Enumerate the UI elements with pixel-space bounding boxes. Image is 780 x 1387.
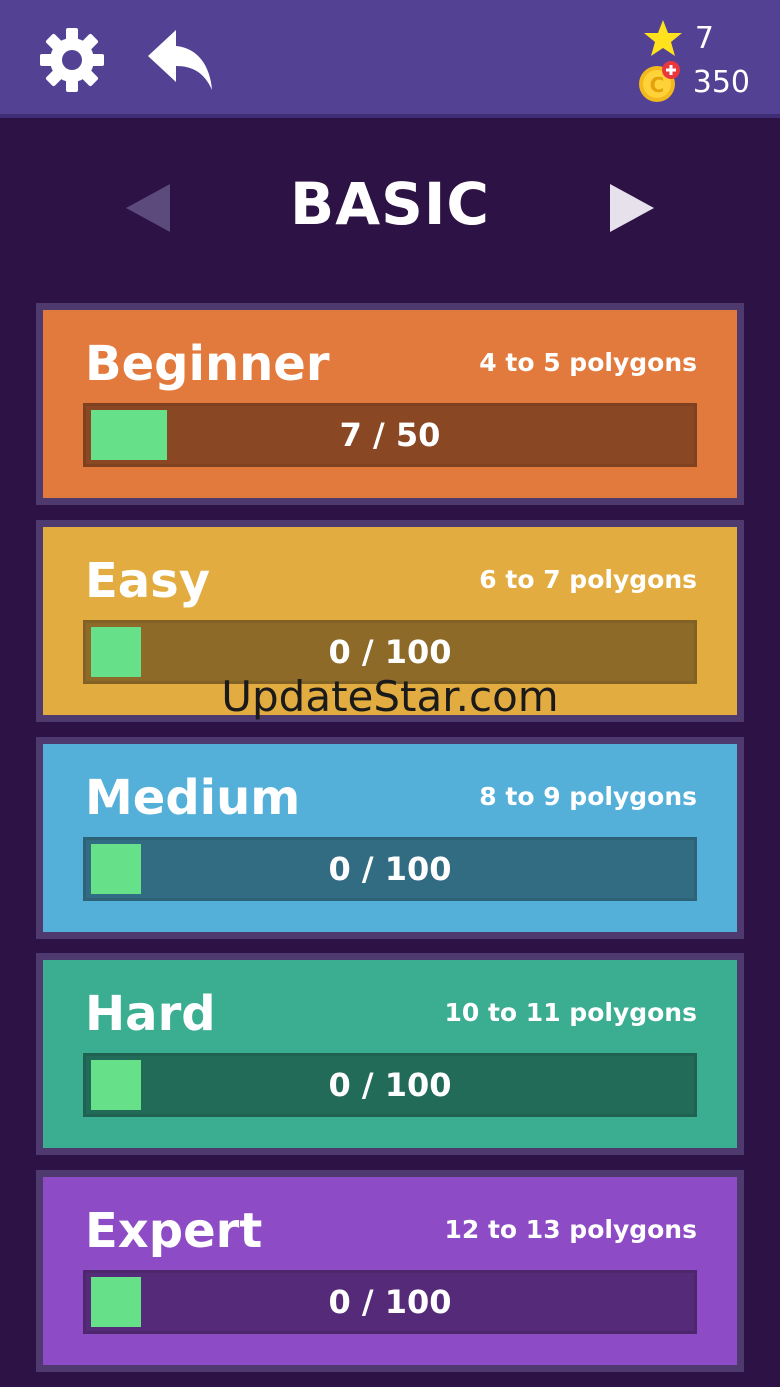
progress-text: 7 / 50 — [339, 416, 441, 454]
progress-text: 0 / 100 — [328, 850, 452, 888]
coins-counter[interactable]: C 350 — [637, 60, 750, 104]
level-card-expert[interactable]: Expert 12 to 13 polygons 0 / 100 — [36, 1170, 744, 1372]
level-title: Hard — [85, 986, 216, 1042]
stars-counter: 7 — [643, 18, 714, 58]
level-subtitle: 8 to 9 polygons — [479, 782, 697, 811]
progress-bar: 0 / 100 — [83, 837, 697, 901]
level-subtitle: 10 to 11 polygons — [444, 998, 697, 1027]
progress-bar: 7 / 50 — [83, 403, 697, 467]
triangle-right-icon[interactable] — [606, 180, 658, 236]
level-card-hard[interactable]: Hard 10 to 11 polygons 0 / 100 — [36, 953, 744, 1155]
level-card-body: Easy 6 to 7 polygons 0 / 100 — [43, 527, 737, 715]
gear-icon[interactable] — [38, 26, 106, 94]
top-bar: 7 C 350 — [0, 0, 780, 118]
progress-text: 0 / 100 — [328, 633, 452, 671]
coins-count: 350 — [692, 64, 750, 100]
coin-plus-icon[interactable]: C — [637, 60, 681, 104]
stars-count: 7 — [694, 20, 714, 56]
progress-text: 0 / 100 — [328, 1066, 452, 1104]
progress-bar: 0 / 100 — [83, 1270, 697, 1334]
level-card-body: Expert 12 to 13 polygons 0 / 100 — [43, 1177, 737, 1365]
level-card-beginner[interactable]: Beginner 4 to 5 polygons 7 / 50 — [36, 303, 744, 505]
level-card-body: Beginner 4 to 5 polygons 7 / 50 — [43, 310, 737, 498]
level-title: Easy — [85, 553, 211, 609]
star-icon — [643, 20, 682, 56]
level-title: Medium — [85, 770, 301, 826]
undo-arrow-icon[interactable] — [146, 24, 216, 94]
level-card-medium[interactable]: Medium 8 to 9 polygons 0 / 100 — [36, 737, 744, 939]
progress-bar: 0 / 100 — [83, 620, 697, 684]
progress-text: 0 / 100 — [328, 1283, 452, 1321]
level-subtitle: 4 to 5 polygons — [479, 348, 697, 377]
level-subtitle: 6 to 7 polygons — [479, 565, 697, 594]
level-title: Expert — [85, 1203, 263, 1259]
category-title: BASIC — [289, 170, 490, 238]
level-subtitle: 12 to 13 polygons — [444, 1215, 697, 1244]
level-card-easy[interactable]: Easy 6 to 7 polygons 0 / 100 — [36, 520, 744, 722]
category-nav: BASIC — [0, 160, 780, 260]
level-card-body: Hard 10 to 11 polygons 0 / 100 — [43, 960, 737, 1148]
progress-bar: 0 / 100 — [83, 1053, 697, 1117]
svg-text:C: C — [649, 73, 664, 97]
level-card-body: Medium 8 to 9 polygons 0 / 100 — [43, 744, 737, 932]
level-title: Beginner — [85, 336, 330, 392]
